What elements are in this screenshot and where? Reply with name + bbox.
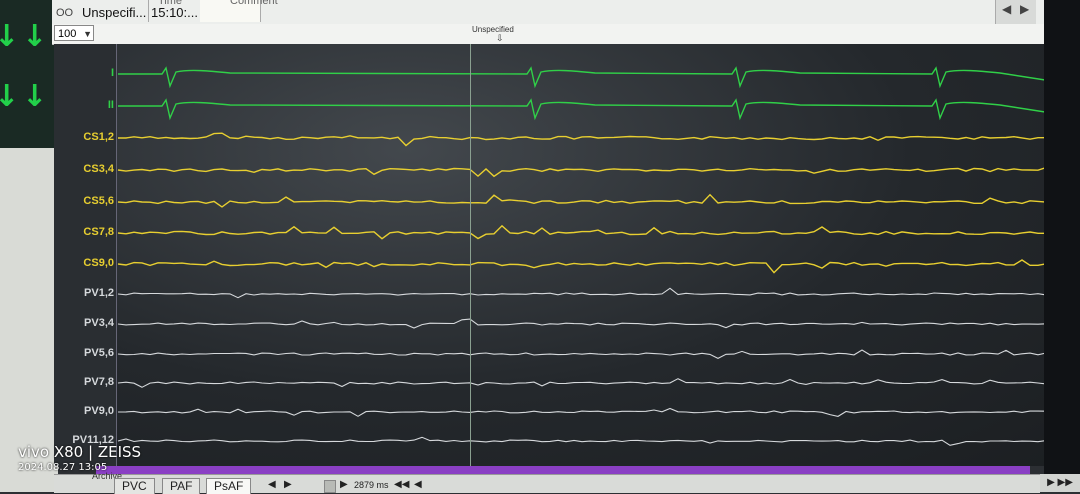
channel-trace [117, 318, 1055, 329]
channel-trace [118, 98, 1059, 121]
monitor-bezel-right [1044, 0, 1080, 492]
watermark-datetime: 2024.08.27 13:05 [18, 462, 108, 473]
channel-trace [117, 378, 1055, 388]
channel-trace [117, 166, 1055, 178]
channel-trace [118, 66, 1059, 89]
channel-trace [117, 259, 1055, 274]
tabs-scroll-left-icon[interactable]: ◀ [268, 479, 276, 491]
timeline-bar[interactable] [96, 466, 1030, 474]
nav-end-controls[interactable]: ▶ ▶▶ [1040, 474, 1080, 492]
page-forward-icon[interactable]: ▶ [340, 479, 348, 491]
signal-traces [117, 66, 1059, 446]
channel-trace [117, 193, 1055, 208]
watermark-brand: vivo X80 | ZEISS [18, 443, 142, 461]
nav-first-button[interactable]: ◀◀ [394, 479, 409, 491]
channel-trace [117, 349, 1055, 360]
time-span-label: 2879 ms [354, 480, 389, 490]
tabs-scroll-right-icon[interactable]: ▶ [284, 479, 292, 491]
scroll-thumb[interactable] [324, 480, 336, 493]
channel-trace [117, 436, 1055, 446]
channel-trace [117, 407, 1055, 417]
nav-last-button[interactable]: ▶▶ [1058, 477, 1073, 488]
channel-trace [117, 224, 1055, 240]
nav-next-button[interactable]: ▶ [1047, 477, 1055, 488]
time-cursor[interactable] [470, 44, 471, 466]
channel-trace [117, 287, 1055, 299]
bottom-toolbar: Archive PVC PAF PsAF ◀ ▶ ▶ 2879 ms ◀◀ ◀ [54, 471, 1040, 494]
nav-prev-button[interactable]: ◀ [414, 479, 422, 491]
camera-watermark: vivo X80 | ZEISS 2024.08.27 13:05 [18, 442, 142, 473]
channel-trace [118, 132, 1055, 147]
